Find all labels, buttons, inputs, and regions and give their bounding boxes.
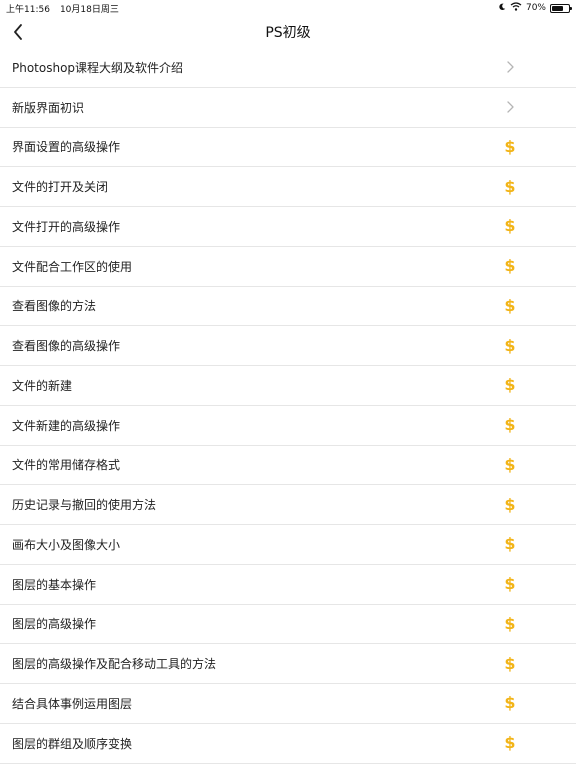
list-item[interactable]: 图层的高级操作及配合移动工具的方法 $ — [0, 644, 576, 684]
status-date: 10月18日周三 — [59, 4, 119, 15]
price-symbol: $ — [504, 335, 516, 355]
list-item[interactable]: 图层的高级操作 $ — [0, 604, 576, 645]
list-item[interactable]: 图层的基本操作 $ — [0, 564, 576, 605]
page-title: PS初级 — [265, 25, 311, 41]
list-item[interactable]: 结合具体事例运用图层 $ — [0, 684, 576, 724]
back-button[interactable] — [4, 18, 32, 46]
coin-price-icon: $ — [500, 454, 520, 474]
coin-price-icon: $ — [500, 136, 520, 156]
price-symbol: $ — [504, 693, 516, 713]
battery-icon — [550, 3, 572, 13]
price-symbol: $ — [504, 494, 516, 514]
coin-price-icon: $ — [500, 576, 520, 592]
coin-price-icon: $ — [500, 295, 520, 315]
lesson-title: 文件的常用储存格式 — [12, 458, 121, 473]
list-item[interactable]: 图层的群组及顺序变换 $ — [0, 723, 576, 764]
list-item[interactable]: 文件配合工作区的使用 $ — [0, 246, 576, 287]
list-item[interactable]: 文件的新建 $ — [0, 366, 576, 406]
coin-price-icon: $ — [500, 536, 520, 552]
chevron-left-icon — [14, 24, 22, 40]
lesson-title: 结合具体事例运用图层 — [12, 696, 133, 711]
moon-icon — [498, 3, 506, 14]
coin-price-icon: $ — [500, 735, 520, 751]
chevron-right-icon — [500, 61, 520, 74]
lesson-title: 图层的高级操作 — [12, 617, 97, 632]
lesson-title: 文件配合工作区的使用 — [12, 259, 133, 274]
chevron-right-icon — [500, 101, 520, 113]
list-item[interactable]: Photoshop课程大纲及软件介绍 — [0, 48, 576, 88]
list-item[interactable]: 画布大小及图像大小 $ — [0, 525, 576, 565]
lesson-title: 文件的新建 — [12, 378, 73, 393]
price-symbol: $ — [504, 176, 516, 196]
lesson-title: 文件新建的高级操作 — [12, 418, 121, 433]
price-symbol: $ — [504, 216, 516, 236]
lesson-title: 新版界面初识 — [12, 100, 85, 115]
navigation-bar: PS初级 — [0, 16, 576, 48]
lesson-title: 查看图像的高级操作 — [12, 339, 121, 354]
coin-price-icon: $ — [500, 258, 520, 274]
price-symbol: $ — [504, 733, 516, 753]
coin-price-icon: $ — [500, 176, 520, 196]
lesson-title: 图层的群组及顺序变换 — [12, 736, 133, 751]
status-time: 上午11:56 — [6, 4, 50, 15]
lesson-title: 界面设置的高级操作 — [12, 140, 121, 155]
wifi-icon — [510, 2, 522, 14]
coin-price-icon: $ — [500, 653, 520, 673]
list-item[interactable]: 文件新建的高级操作 $ — [0, 405, 576, 446]
lesson-title: 文件的打开及关闭 — [12, 180, 109, 195]
list-item[interactable]: 文件的打开及关闭 $ — [0, 167, 576, 207]
lesson-title: 历史记录与撤回的使用方法 — [12, 498, 157, 513]
lesson-title: 文件打开的高级操作 — [12, 219, 121, 234]
battery-level-fill — [552, 5, 564, 11]
price-symbol: $ — [504, 534, 516, 554]
lesson-title: 图层的基本操作 — [12, 577, 97, 592]
lesson-title: Photoshop课程大纲及软件介绍 — [12, 60, 184, 75]
coin-price-icon: $ — [500, 613, 520, 633]
list-item[interactable]: 文件的常用储存格式 $ — [0, 445, 576, 486]
coin-price-icon: $ — [500, 417, 520, 433]
battery-percent: 70% — [525, 3, 546, 13]
list-item[interactable]: 查看图像的高级操作 $ — [0, 326, 576, 366]
list-item[interactable]: 界面设置的高级操作 $ — [0, 127, 576, 168]
price-symbol: $ — [504, 613, 516, 633]
coin-price-icon: $ — [500, 218, 520, 234]
price-symbol: $ — [504, 136, 516, 156]
coin-price-icon: $ — [500, 695, 520, 711]
price-symbol: $ — [504, 454, 516, 474]
course-list: Photoshop课程大纲及软件介绍 新版界面初识 界面设置的高级操作 $ 文件的打开及… — [0, 48, 576, 764]
price-symbol: $ — [504, 653, 516, 673]
status-bar: 上午11:56 10月18日周三 70% — [0, 0, 576, 16]
status-right: 70% — [498, 2, 572, 14]
price-symbol: $ — [504, 574, 516, 594]
list-item[interactable]: 查看图像的方法 $ — [0, 286, 576, 327]
price-symbol: $ — [504, 375, 516, 395]
coin-price-icon: $ — [500, 335, 520, 355]
list-item[interactable]: 历史记录与撤回的使用方法 $ — [0, 485, 576, 525]
price-symbol: $ — [504, 295, 516, 315]
price-symbol: $ — [504, 415, 516, 435]
lesson-title: 查看图像的方法 — [12, 299, 97, 314]
status-left: 上午11:56 10月18日周三 — [6, 2, 119, 15]
lesson-title: 图层的高级操作及配合移动工具的方法 — [12, 657, 217, 672]
price-symbol: $ — [504, 256, 516, 276]
list-item[interactable]: 新版界面初识 — [0, 87, 576, 128]
coin-price-icon: $ — [500, 377, 520, 393]
lesson-title: 画布大小及图像大小 — [12, 537, 121, 552]
list-item[interactable]: 文件打开的高级操作 $ — [0, 207, 576, 247]
coin-price-icon: $ — [500, 494, 520, 514]
